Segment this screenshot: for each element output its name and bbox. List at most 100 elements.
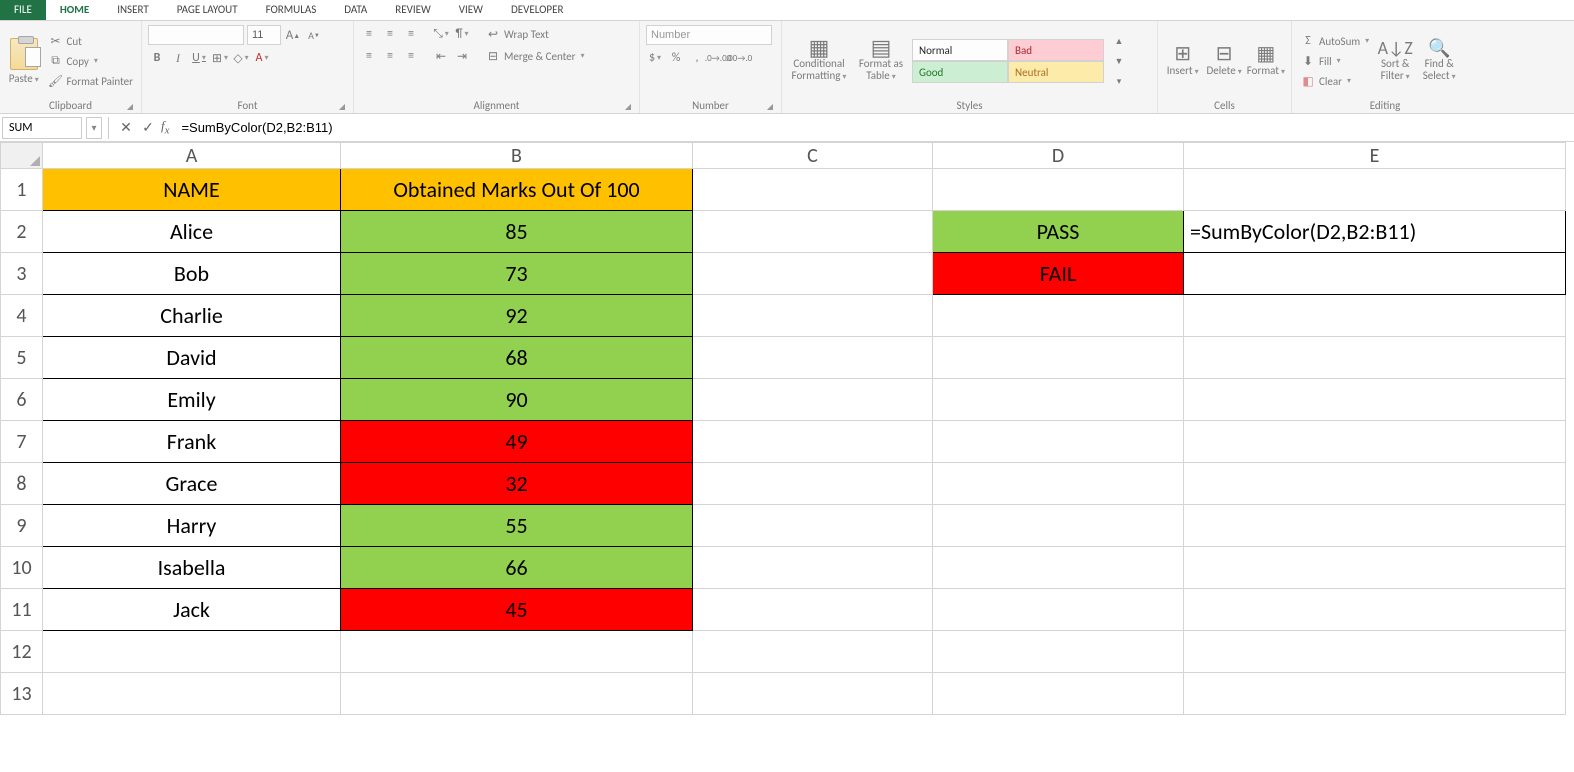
row-header-8[interactable]: 8 [1,463,43,505]
cell-C11[interactable] [693,589,933,631]
cell-E11[interactable] [1184,589,1566,631]
decrease-decimal-button[interactable]: .00→.0 [730,49,748,67]
cell-A7[interactable]: Frank [43,421,341,463]
orientation-button[interactable]: ⤡ [432,25,450,43]
grow-font-button[interactable]: A▲ [284,26,302,44]
cell-C13[interactable] [693,673,933,715]
cell-E3[interactable] [1184,253,1566,295]
cell-E5[interactable] [1184,337,1566,379]
fill-color-button[interactable]: ◇ [232,49,250,67]
increase-decimal-button[interactable]: .0→.00 [709,49,727,67]
increase-indent-button[interactable]: ⇥ [453,47,471,65]
paste-button[interactable]: Paste [6,25,42,97]
formula-input[interactable] [175,117,1574,139]
align-middle-button[interactable]: ≡ [381,25,399,43]
col-header-D[interactable]: D [933,143,1184,169]
fx-icon[interactable]: fx [161,118,169,137]
copy-button[interactable]: ⧉Copy [46,52,135,70]
styles-up-button[interactable]: ▲ [1110,32,1128,50]
cell-B9[interactable]: 55 [341,505,693,547]
cell-A8[interactable]: Grace [43,463,341,505]
tab-insert[interactable]: INSERT [103,0,163,20]
insert-cells-button[interactable]: ⊞Insert [1164,25,1201,97]
col-header-C[interactable]: C [693,143,933,169]
cell-C4[interactable] [693,295,933,337]
tab-developer[interactable]: DEVELOPER [497,0,577,20]
cell-C12[interactable] [693,631,933,673]
cell-D8[interactable] [933,463,1184,505]
cell-B1[interactable]: Obtained Marks Out Of 100 [341,169,693,211]
fill-button[interactable]: ⬇Fill [1298,52,1371,70]
enter-formula-button[interactable]: ✓ [137,119,159,136]
cell-C1[interactable] [693,169,933,211]
align-bottom-button[interactable]: ≡ [402,25,420,43]
number-format-select[interactable] [646,25,772,45]
wrap-text-button[interactable]: ↩Wrap Text [483,25,551,43]
styles-more-button[interactable]: ▾ [1110,72,1128,90]
italic-button[interactable]: I [169,49,187,67]
cell-E9[interactable] [1184,505,1566,547]
row-header-7[interactable]: 7 [1,421,43,463]
cell-B5[interactable]: 68 [341,337,693,379]
row-header-12[interactable]: 12 [1,631,43,673]
autosum-button[interactable]: ΣAutoSum [1298,32,1371,50]
align-left-button[interactable]: ≡ [360,47,378,65]
row-header-4[interactable]: 4 [1,295,43,337]
cell-A12[interactable] [43,631,341,673]
font-color-button[interactable]: A [253,49,271,67]
cell-E4[interactable] [1184,295,1566,337]
cell-C6[interactable] [693,379,933,421]
cell-style-neutral[interactable]: Neutral [1008,61,1104,83]
cell-C5[interactable] [693,337,933,379]
row-header-9[interactable]: 9 [1,505,43,547]
cell-A3[interactable]: Bob [43,253,341,295]
align-center-button[interactable]: ≡ [381,47,399,65]
row-header-6[interactable]: 6 [1,379,43,421]
spreadsheet-grid[interactable]: ABCDE1NAMEObtained Marks Out Of 1002Alic… [0,142,1574,772]
cell-D12[interactable] [933,631,1184,673]
cell-C3[interactable] [693,253,933,295]
cell-B8[interactable]: 32 [341,463,693,505]
cell-C2[interactable] [693,211,933,253]
cell-C9[interactable] [693,505,933,547]
tab-review[interactable]: REVIEW [381,0,445,20]
delete-cells-button[interactable]: ⊟Delete [1205,25,1242,97]
tab-view[interactable]: VIEW [445,0,497,20]
cell-B4[interactable]: 92 [341,295,693,337]
tab-file[interactable]: FILE [0,0,46,20]
cell-D4[interactable] [933,295,1184,337]
cell-A2[interactable]: Alice [43,211,341,253]
comma-button[interactable]: , [688,49,706,67]
cell-A10[interactable]: Isabella [43,547,341,589]
cell-D13[interactable] [933,673,1184,715]
cell-A11[interactable]: Jack [43,589,341,631]
cell-E10[interactable] [1184,547,1566,589]
cell-A5[interactable]: David [43,337,341,379]
bold-button[interactable]: B [148,49,166,67]
cell-D2[interactable]: PASS [933,211,1184,253]
cut-button[interactable]: ✂Cut [46,32,135,50]
name-box-dropdown[interactable]: ▾ [86,117,102,139]
cell-B6[interactable]: 90 [341,379,693,421]
cell-E8[interactable] [1184,463,1566,505]
cell-A4[interactable]: Charlie [43,295,341,337]
borders-button[interactable]: ⊞ [211,49,229,67]
cell-D5[interactable] [933,337,1184,379]
dialog-launcher-icon[interactable]: ◢ [127,102,133,112]
merge-center-button[interactable]: ⊟Merge & Center [483,47,587,65]
cell-style-good[interactable]: Good [912,61,1008,83]
cell-D3[interactable]: FAIL [933,253,1184,295]
tab-formulas[interactable]: FORMULAS [252,0,331,20]
row-header-1[interactable]: 1 [1,169,43,211]
cell-B7[interactable]: 49 [341,421,693,463]
dialog-launcher-icon[interactable]: ◢ [767,102,773,112]
cell-A9[interactable]: Harry [43,505,341,547]
tab-data[interactable]: DATA [330,0,381,20]
row-header-3[interactable]: 3 [1,253,43,295]
shrink-font-button[interactable]: A▼ [305,26,323,44]
cell-C7[interactable] [693,421,933,463]
cell-D6[interactable] [933,379,1184,421]
cell-D10[interactable] [933,547,1184,589]
align-right-button[interactable]: ≡ [402,47,420,65]
cell-B2[interactable]: 85 [341,211,693,253]
